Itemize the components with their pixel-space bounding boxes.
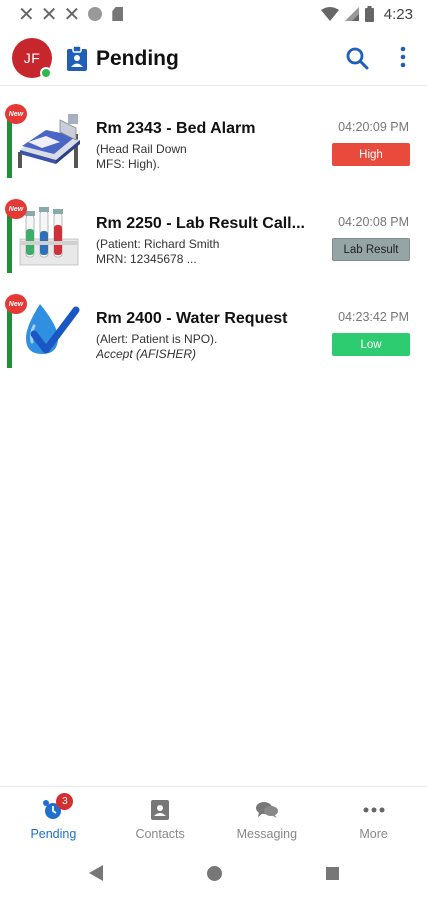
chat-bubbles-icon [255, 802, 278, 818]
circle-notification-icon [88, 7, 103, 21]
pending-count-badge: 3 [56, 793, 74, 810]
alert-time: 04:20:09 PM [338, 120, 409, 134]
notification-icons: ✕ ✕ ✕ [18, 2, 124, 26]
status-bar: ✕ ✕ ✕ 4:23 [0, 0, 427, 28]
x-notification-icon: ✕ [63, 2, 81, 26]
presence-indicator [40, 67, 52, 79]
alert-detail-line-2: MRN: 12345678 ... [96, 252, 197, 266]
alert-title: Rm 2250 - Lab Result Call... [96, 215, 305, 232]
nav-icon-wrap [255, 799, 278, 821]
wifi-icon [320, 7, 339, 21]
avatar-initials: JF [23, 50, 41, 66]
battery-icon [364, 6, 374, 22]
alert-title: Rm 2343 - Bed Alarm [96, 120, 256, 137]
nav-label-more: More [359, 827, 388, 841]
x-notification-icon: ✕ [18, 2, 35, 26]
home-icon[interactable] [207, 866, 222, 881]
x-notification-icon: ✕ [40, 2, 58, 26]
nav-item-more[interactable]: More [320, 787, 427, 848]
alert-status-bar [7, 209, 12, 273]
signal-icon [344, 7, 359, 21]
nav-icon-wrap: 3 [42, 793, 74, 821]
page-title: Pending [96, 47, 179, 70]
recent-apps-icon[interactable] [326, 867, 339, 880]
more-horiz-icon [363, 807, 385, 813]
alert-detail-line-2: MFS: High). [96, 157, 161, 171]
clipboard-icon [67, 46, 87, 71]
app-bar: JF Pending [0, 30, 427, 86]
contact-card-icon [151, 800, 170, 820]
alert-detail-line-1: (Head Rail Down [96, 142, 187, 156]
alert-detail-line-1: (Patient: Richard Smith [96, 237, 220, 251]
alert-detail-line-1: (Alert: Patient is NPO). [96, 332, 218, 346]
alert-status-bar [7, 304, 12, 368]
nav-label-messaging: Messaging [236, 827, 298, 841]
more-vert-icon[interactable] [396, 46, 410, 68]
alert-status-bar [7, 114, 12, 178]
priority-badge: High [332, 143, 410, 166]
alert-title: Rm 2400 - Water Request [96, 310, 288, 327]
alert-item-bed-alarm[interactable]: New Rm 2343 - Bed Alarm (Head Rail Down … [0, 96, 427, 188]
clock-text: 4:23 [383, 5, 413, 23]
system-status: 4:23 [320, 5, 413, 23]
alert-time: 04:20:08 PM [338, 215, 409, 229]
new-badge: New [5, 294, 27, 314]
nav-item-contacts[interactable]: Contacts [107, 787, 214, 848]
back-icon[interactable] [89, 865, 103, 881]
new-badge: New [5, 199, 27, 219]
nav-item-pending[interactable]: 3 Pending [0, 787, 107, 848]
priority-badge: Lab Result [332, 238, 410, 261]
nav-item-messaging[interactable]: Messaging [214, 787, 321, 848]
sim-card-icon [112, 7, 124, 21]
bottom-nav: 3 Pending Contacts Messaging More [0, 786, 427, 848]
nav-label-pending: Pending [30, 827, 77, 841]
nav-label-contacts: Contacts [135, 827, 185, 841]
search-icon[interactable] [345, 46, 369, 70]
alert-item-water-request[interactable]: New Rm 2400 - Water Request (Alert: Pati… [0, 286, 427, 378]
alert-time: 04:23:42 PM [338, 310, 409, 324]
nav-icon-wrap [363, 799, 385, 821]
system-nav-bar [0, 848, 427, 900]
nav-icon-wrap [151, 799, 170, 821]
alert-detail-line-2: Accept (AFISHER) [96, 347, 197, 361]
new-badge: New [5, 104, 27, 124]
priority-badge: Low [332, 333, 410, 356]
alert-item-lab-result[interactable]: New Rm 2250 - Lab Result Call... (Patien… [0, 191, 427, 283]
